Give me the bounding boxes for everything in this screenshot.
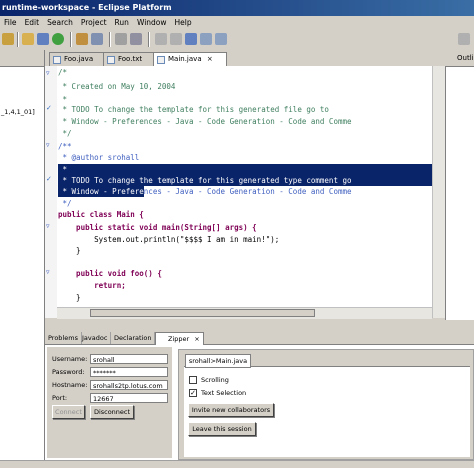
session-tab[interactable]: srohall>Main.java <box>185 354 251 368</box>
password-field[interactable]: ******* <box>90 367 168 377</box>
bottom-tab-bar: Problems Javadoc Declaration Zipper × <box>45 330 474 345</box>
username-label: Username: <box>52 355 88 363</box>
tab-zipper[interactable]: Zipper × <box>155 332 204 345</box>
code-line: */ <box>58 129 72 138</box>
scrolling-label: Scrolling <box>201 376 229 384</box>
toolbar-separator <box>148 32 150 47</box>
fold-icon[interactable]: ▿ <box>46 222 50 230</box>
menu-window[interactable]: Window <box>133 16 171 30</box>
code-line: /** <box>58 142 72 151</box>
outline-view <box>445 50 474 320</box>
back-icon[interactable] <box>200 33 212 45</box>
toolbar-separator <box>17 32 19 47</box>
window-title-bar: runtime-workspace - Eclipse Platform <box>0 0 474 16</box>
java-file-icon <box>157 56 165 64</box>
checkmark-icon: ✓ <box>190 389 196 397</box>
forward-icon[interactable] <box>215 33 227 45</box>
connect-button[interactable]: Connect <box>52 405 85 419</box>
menu-run[interactable]: Run <box>111 16 133 30</box>
tree-item[interactable]: _1,4,1_01] <box>1 108 35 116</box>
text-selection-checkbox[interactable]: ✓ <box>189 389 197 397</box>
code-line: } <box>58 246 81 255</box>
run-icon[interactable] <box>52 33 64 45</box>
selected-code-line: * <box>58 164 432 175</box>
menu-help[interactable]: Help <box>171 16 196 30</box>
task-marker-icon[interactable]: ✓ <box>46 175 52 183</box>
outline-tab[interactable]: Outli <box>445 50 474 67</box>
search-icon[interactable] <box>115 33 127 45</box>
hostname-label: Hostname: <box>52 381 88 389</box>
selected-text: * Window - Preferences - Java - Code Gen… <box>58 186 144 197</box>
port-field[interactable]: 12667 <box>90 393 168 403</box>
open-icon[interactable] <box>22 33 34 45</box>
menu-bar: File Edit Search Project Run Window Help <box>0 16 474 30</box>
code-line: */ <box>58 199 72 208</box>
perspective-icon[interactable] <box>458 33 470 45</box>
port-label: Port: <box>52 394 68 402</box>
fold-icon[interactable]: ▿ <box>46 69 50 77</box>
tab-javadoc[interactable]: Javadoc <box>79 332 112 344</box>
task-marker-icon[interactable]: ✓ <box>46 104 52 112</box>
username-field[interactable]: srohall <box>90 354 168 364</box>
menu-search[interactable]: Search <box>43 16 77 30</box>
code-line: * @author srohall <box>58 153 140 162</box>
tab-label: Main.java <box>168 55 202 63</box>
hostname-field[interactable]: srohalls2tp.lotus.com <box>90 380 168 390</box>
leave-session-button[interactable]: Leave this session <box>188 422 256 436</box>
tab-label: Foo.txt <box>118 55 143 63</box>
text-selection-label: Text Selection <box>201 389 247 397</box>
toolbar-separator <box>70 32 72 47</box>
disconnect-button[interactable]: Disconnect <box>90 405 134 419</box>
code-line: public static void main(String[] args) { <box>58 223 257 232</box>
password-label: Password: <box>52 368 85 376</box>
menu-edit[interactable]: Edit <box>21 16 44 30</box>
code-line: return; <box>58 281 126 290</box>
previous-annotation-icon[interactable] <box>170 33 182 45</box>
save-icon[interactable] <box>37 33 49 45</box>
close-icon[interactable]: × <box>194 335 199 343</box>
java-file-icon <box>53 56 61 64</box>
close-icon[interactable]: × <box>207 55 213 63</box>
code-line: * Window - Preferences - Java - Code Gen… <box>58 186 432 197</box>
toolbar <box>0 30 474 51</box>
session-tab-label: srohall>Main.java <box>188 357 248 365</box>
tab-problems[interactable]: Problems <box>45 332 82 344</box>
class-icon[interactable] <box>91 33 103 45</box>
vertical-scrollbar[interactable] <box>432 66 445 318</box>
package-explorer-tab[interactable] <box>0 50 44 67</box>
tab-declaration[interactable]: Declaration <box>111 332 156 344</box>
tab-label: Foo.java <box>64 55 94 63</box>
text-file-icon <box>107 56 115 64</box>
toolbar-separator <box>109 32 111 47</box>
tab-label: Zipper <box>168 335 190 343</box>
last-edit-icon[interactable] <box>185 33 197 45</box>
code-line: /* <box>58 68 68 77</box>
menu-project[interactable]: Project <box>77 16 111 30</box>
selected-code-line: * TODO To change the template for this g… <box>58 175 432 186</box>
next-annotation-icon[interactable] <box>155 33 167 45</box>
scrollbar-thumb[interactable] <box>90 309 315 317</box>
open-type-icon[interactable] <box>130 33 142 45</box>
fold-icon[interactable]: ▿ <box>46 268 50 276</box>
new-icon[interactable] <box>2 33 14 45</box>
scrolling-checkbox[interactable] <box>189 376 197 384</box>
code-line: * TODO To change the template for this g… <box>58 105 329 114</box>
code-line: public void foo() { <box>58 269 162 278</box>
code-line: * Created on May 10, 2004 <box>58 82 176 91</box>
menu-file[interactable]: File <box>0 16 21 30</box>
invite-collaborators-button[interactable]: Invite new collaborators <box>188 403 274 417</box>
code-line: public class Main { <box>58 210 144 219</box>
editor-tab-bar: Foo.java Foo.txt Main.java × <box>45 50 445 67</box>
code-line: } <box>58 293 81 302</box>
package-icon[interactable] <box>76 33 88 45</box>
code-line: System.out.println("$$$$ I am in main!")… <box>58 235 280 244</box>
window-title: runtime-workspace - Eclipse Platform <box>2 3 172 12</box>
fold-icon[interactable]: ▿ <box>46 141 50 149</box>
tab-main-java[interactable]: Main.java × <box>153 52 227 67</box>
outline-tab-label: Outli <box>457 54 474 62</box>
code-line: * Window - Preferences - Java - Code Gen… <box>58 117 352 126</box>
